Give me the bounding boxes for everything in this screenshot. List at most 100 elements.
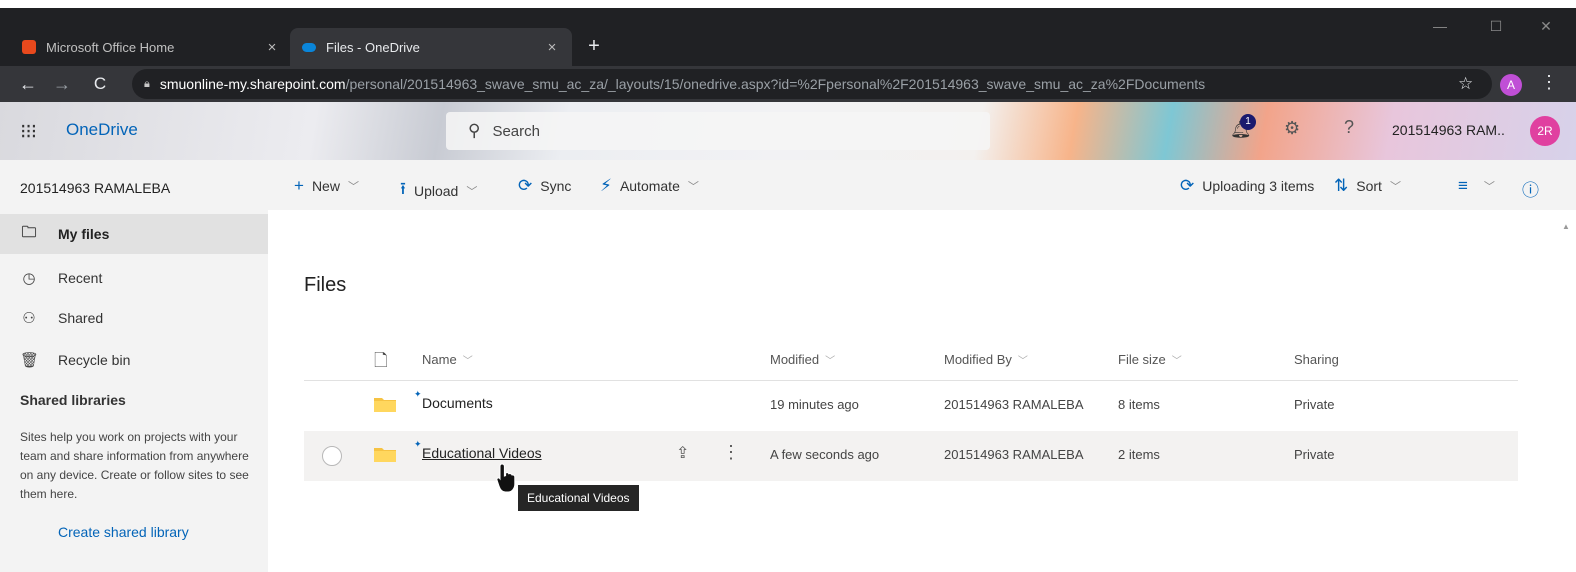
- file-size-cell: 8 items: [1118, 397, 1160, 412]
- notifications-button[interactable]: 🔔︎ 1: [1230, 114, 1260, 144]
- scroll-up-icon[interactable]: ▲: [1562, 222, 1570, 231]
- help-icon[interactable]: ?: [1344, 117, 1354, 138]
- close-tab-icon[interactable]: ×: [264, 39, 280, 56]
- user-name[interactable]: 201514963 RAM..: [1392, 122, 1505, 138]
- column-label: Modified By: [944, 352, 1012, 367]
- shared-libraries-heading: Shared libraries: [20, 392, 126, 408]
- close-tab-icon[interactable]: ×: [544, 39, 560, 56]
- modified-by-cell: 201514963 RAMALEBA: [944, 447, 1084, 462]
- close-window-icon[interactable]: ✕: [1526, 18, 1566, 35]
- sync-button[interactable]: ⟳ Sync: [518, 176, 571, 196]
- modified-cell: 19 minutes ago: [770, 397, 859, 412]
- nav-user-name: 201514963 RAMALEBA: [20, 180, 171, 196]
- sidebar-item-recent[interactable]: ◷ Recent: [0, 258, 268, 298]
- reload-icon[interactable]: C: [88, 72, 112, 96]
- tab-office-home[interactable]: Microsoft Office Home ×: [10, 28, 292, 66]
- profile-avatar[interactable]: A: [1500, 74, 1522, 96]
- shared-libraries-description: Sites help you work on projects with you…: [20, 430, 249, 501]
- uploading-label: Uploading 3 items: [1202, 178, 1315, 194]
- row-select-checkbox[interactable]: [322, 446, 342, 466]
- file-name[interactable]: Documents: [422, 395, 493, 411]
- url-path: /personal/201514963_swave_smu_ac_za/_lay…: [345, 76, 1206, 92]
- browser-menu-icon[interactable]: ⋮: [1540, 72, 1558, 93]
- sharing-cell: Private: [1294, 397, 1335, 412]
- lock-icon: 🔒︎: [144, 77, 150, 90]
- folder-icon: [374, 448, 396, 462]
- file-type-header-icon[interactable]: 🗋︎: [374, 348, 388, 377]
- folder-icon: [374, 398, 396, 412]
- info-button[interactable]: ⓘ: [1522, 176, 1547, 201]
- table-row[interactable]: ✦ Educational Videos ⇪ ⋮ A few seconds a…: [304, 431, 1518, 481]
- column-label: Sharing: [1294, 352, 1339, 367]
- column-header-modified[interactable]: Modified ﹀: [770, 352, 835, 367]
- tab-label: Microsoft Office Home: [46, 39, 175, 55]
- new-button[interactable]: + New ﹀: [294, 176, 359, 196]
- chevron-down-icon: ﹀: [825, 356, 836, 367]
- suite-header: ⁝⁝⁝ OneDrive ⚲ Search 🔔︎ 1 ⚙ ? 201514963…: [0, 102, 1576, 160]
- chevron-down-icon: ﹀: [1389, 181, 1401, 193]
- hand-cursor-icon: [496, 463, 516, 493]
- sync-label: Sync: [540, 178, 572, 194]
- file-name[interactable]: Educational Videos: [422, 445, 542, 461]
- maximize-icon[interactable]: ☐: [1476, 18, 1516, 35]
- sharing-cell: Private: [1294, 447, 1335, 462]
- tab-files-onedrive[interactable]: Files - OneDrive ×: [290, 28, 572, 66]
- url-host: smuonline-my.sharepoint.com: [159, 76, 346, 92]
- automate-button[interactable]: ⚡︎ Automate ﹀: [600, 176, 699, 196]
- upload-label: Upload: [413, 182, 459, 199]
- browser-tab-bar: Microsoft Office Home × Files - OneDrive…: [0, 8, 1576, 66]
- column-header-sharing[interactable]: Sharing: [1294, 352, 1339, 367]
- new-item-icon: ✦: [414, 389, 422, 399]
- command-bar: + New ﹀ ⭱ Upload ﹀ ⟳ Sync ⚡︎ Automate ﹀ …: [268, 160, 1576, 210]
- sort-label: Sort: [1356, 178, 1382, 194]
- new-label: New: [311, 178, 340, 194]
- url-input[interactable]: 🔒︎ smuonline-my.sharepoint.com /personal…: [132, 69, 1492, 99]
- upload-button[interactable]: ⭱ Upload ﹀: [400, 176, 477, 205]
- table-row[interactable]: ✦ Documents 19 minutes ago 201514963 RAM…: [304, 381, 1518, 431]
- modified-by-cell: 201514963 RAMALEBA: [944, 397, 1084, 412]
- sidebar-item-label: Shared: [58, 310, 104, 326]
- upload-icon: ⭱: [400, 179, 406, 198]
- sidebar-item-label: Recent: [58, 270, 103, 286]
- app-launcher-icon[interactable]: ⁝⁝⁝: [20, 119, 37, 144]
- sidebar-item-shared[interactable]: ⚇ Shared: [0, 298, 268, 338]
- column-label: File size: [1118, 352, 1166, 367]
- new-item-icon: ✦: [414, 439, 422, 449]
- new-tab-button[interactable]: +: [582, 34, 606, 58]
- chevron-down-icon: ﹀: [347, 181, 359, 193]
- column-header-name[interactable]: Name ﹀: [422, 352, 473, 367]
- chevron-down-icon: ﹀: [1171, 356, 1182, 367]
- file-size-cell: 2 items: [1118, 447, 1160, 462]
- search-box[interactable]: ⚲ Search: [446, 112, 990, 150]
- list-view-icon: ≡: [1458, 176, 1468, 195]
- create-shared-library-link[interactable]: Create shared library: [58, 524, 189, 540]
- sidebar-item-my-files[interactable]: 🗀︎ My files: [0, 214, 268, 254]
- sidebar-item-recycle-bin[interactable]: 🗑︎ Recycle bin: [0, 340, 268, 380]
- sort-button[interactable]: ⇅ Sort ﹀: [1334, 176, 1401, 196]
- clock-icon: ◷: [22, 270, 36, 287]
- address-bar-row: ← → C 🔒︎ smuonline-my.sharepoint.com /pe…: [0, 66, 1576, 102]
- view-options-button[interactable]: ≡ ﹀: [1458, 176, 1495, 196]
- more-options-icon[interactable]: ⋮: [722, 442, 740, 463]
- column-label: Modified: [770, 352, 820, 367]
- modified-cell: A few seconds ago: [770, 447, 880, 462]
- column-header-file-size[interactable]: File size ﹀: [1118, 352, 1182, 367]
- folder-icon: 🗀︎: [21, 223, 37, 241]
- plus-icon: +: [294, 176, 304, 195]
- notification-badge: 1: [1240, 114, 1256, 130]
- chevron-down-icon: ﹀: [687, 181, 699, 193]
- share-icon[interactable]: ⇪: [676, 443, 689, 463]
- column-header-modified-by[interactable]: Modified By ﹀: [944, 352, 1028, 367]
- trash-icon: 🗑︎: [20, 352, 40, 369]
- info-icon: ⓘ: [1522, 181, 1539, 200]
- app-name[interactable]: OneDrive: [66, 120, 138, 140]
- scrollbar[interactable]: [1558, 215, 1576, 572]
- minimize-icon[interactable]: —: [1420, 18, 1460, 34]
- uploading-status[interactable]: ⟳ Uploading 3 items: [1180, 176, 1314, 196]
- avatar[interactable]: 2R: [1530, 116, 1560, 146]
- gear-icon[interactable]: ⚙: [1284, 118, 1300, 139]
- back-icon[interactable]: ←: [16, 72, 40, 96]
- bookmark-star-icon[interactable]: ☆: [1458, 74, 1473, 94]
- top-strip: [0, 0, 1576, 8]
- forward-icon[interactable]: →: [50, 72, 74, 96]
